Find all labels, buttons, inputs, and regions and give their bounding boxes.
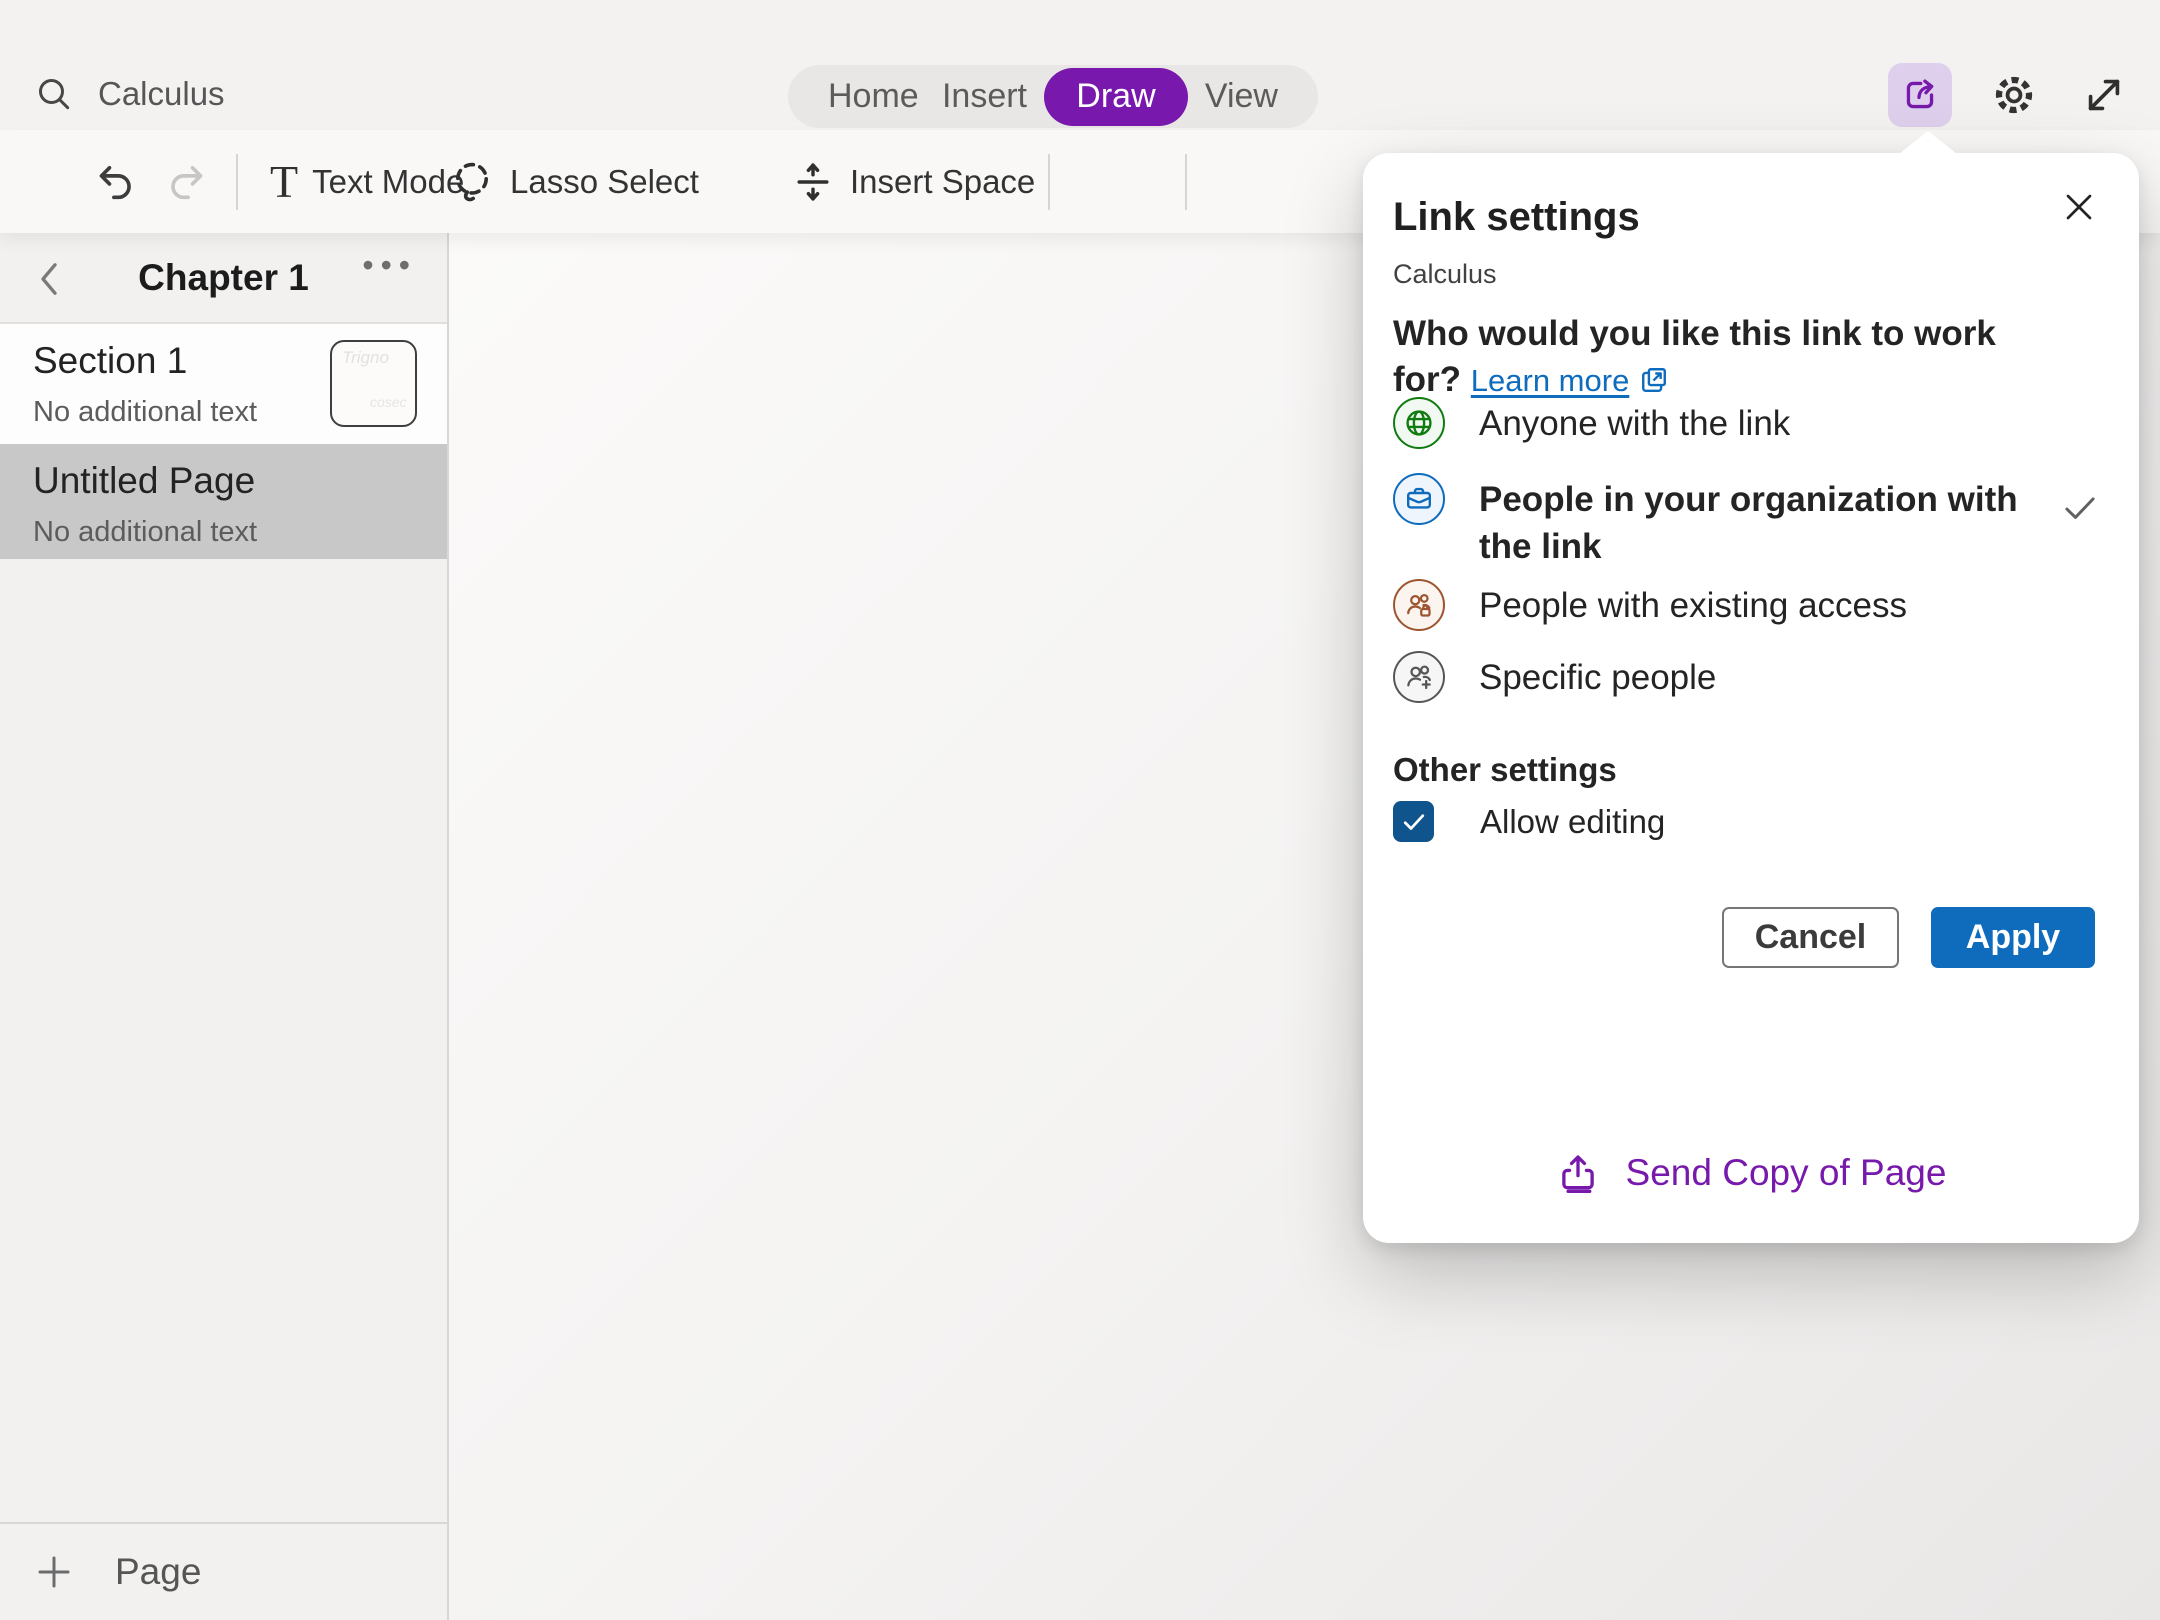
lasso-icon [448, 158, 496, 206]
send-copy-button[interactable]: Send Copy of Page [1363, 1151, 2139, 1195]
text-mode-icon: T [270, 159, 298, 205]
insert-space-icon [790, 159, 836, 205]
page-item-subtitle: No additional text [33, 516, 447, 549]
tab-view[interactable]: View [1199, 77, 1284, 116]
redo-icon [163, 159, 209, 205]
dialog-question: Who would you like this link to work for… [1393, 311, 2073, 404]
page-list-sidebar: Chapter 1 ••• Section 1 No additional te… [0, 233, 449, 1620]
section-title: Chapter 1 [138, 257, 309, 299]
thumbnail-ink-text: cosec [370, 394, 415, 410]
dialog-notebook-name: Calculus [1393, 259, 1497, 290]
gear-icon [1989, 70, 2039, 120]
undo-button[interactable] [93, 130, 139, 233]
expand-icon [2081, 72, 2127, 118]
option-anyone-with-link[interactable]: Anyone with the link [1393, 397, 2039, 449]
people-lock-icon [1393, 579, 1445, 631]
text-mode-button[interactable]: T Text Mode [270, 130, 464, 233]
onenote-app: Calculus Home Insert Draw View [0, 0, 2160, 1620]
thumbnail-ink-text: Trigno [342, 348, 415, 368]
send-copy-icon [1556, 1151, 1600, 1195]
title-bar: Calculus Home Insert Draw View [0, 0, 2160, 130]
ribbon-tabbar: Home Insert Draw View [788, 65, 1318, 128]
learn-more-link[interactable]: Learn more [1471, 363, 1630, 398]
sidebar-header: Chapter 1 ••• [0, 233, 447, 324]
option-people-in-org[interactable]: People in your organization with the lin… [1393, 473, 2039, 570]
notebook-title: Calculus [98, 75, 225, 113]
dialog-buttons: Cancel Apply [1722, 907, 2095, 968]
option-label: Anyone with the link [1479, 397, 2039, 449]
selected-check-icon [2059, 487, 2101, 529]
toolbar-divider [1048, 154, 1050, 210]
share-icon [1899, 74, 1941, 116]
option-label: People with existing access [1479, 579, 2039, 631]
lasso-select-label: Lasso Select [510, 163, 699, 201]
add-page-label: Page [115, 1551, 201, 1593]
link-settings-dialog: Link settings Calculus Who would you lik… [1363, 153, 2139, 1243]
allow-editing-row: Allow editing [1393, 801, 1665, 842]
close-button[interactable] [2053, 181, 2105, 233]
text-mode-label: Text Mode [312, 163, 464, 201]
checkmark-icon [1399, 807, 1429, 837]
redo-button[interactable] [163, 130, 209, 233]
lasso-select-button[interactable]: Lasso Select [448, 130, 699, 233]
plus-icon [33, 1551, 75, 1593]
other-settings-heading: Other settings [1393, 751, 1617, 789]
insert-space-button[interactable]: Insert Space [790, 130, 1035, 233]
dialog-title: Link settings [1393, 195, 1640, 240]
option-existing-access[interactable]: People with existing access [1393, 579, 2039, 631]
briefcase-icon [1393, 473, 1445, 525]
fullscreen-button[interactable] [2076, 67, 2132, 123]
globe-icon [1393, 397, 1445, 449]
page-list-item-selected[interactable]: Untitled Page No additional text [0, 444, 447, 559]
more-options-icon[interactable]: ••• [362, 247, 417, 284]
dialog-callout-arrow [1899, 131, 1957, 154]
tab-home[interactable]: Home [822, 77, 925, 116]
tab-draw[interactable]: Draw [1044, 68, 1187, 126]
add-page-button[interactable]: Page [0, 1522, 447, 1620]
allow-editing-checkbox[interactable] [1393, 801, 1434, 842]
undo-icon [93, 159, 139, 205]
notebook-search[interactable]: Calculus [34, 74, 225, 114]
person-add-icon [1393, 651, 1445, 703]
titlebar-actions [1888, 63, 2132, 127]
insert-space-label: Insert Space [850, 163, 1035, 201]
cancel-button[interactable]: Cancel [1722, 907, 1899, 968]
option-label: People in your organization with the lin… [1479, 473, 2039, 570]
send-copy-label: Send Copy of Page [1626, 1152, 1947, 1194]
share-button[interactable] [1888, 63, 1952, 127]
apply-button[interactable]: Apply [1931, 907, 2095, 968]
option-specific-people[interactable]: Specific people [1393, 651, 2039, 703]
search-icon [34, 74, 74, 114]
page-item-title: Untitled Page [33, 460, 447, 502]
toolbar-divider [236, 154, 238, 210]
allow-editing-label: Allow editing [1480, 803, 1665, 841]
back-button[interactable] [30, 257, 70, 301]
external-link-icon [1637, 363, 1671, 397]
tab-insert[interactable]: Insert [936, 77, 1033, 116]
option-label: Specific people [1479, 651, 2039, 703]
settings-button[interactable] [1986, 67, 2042, 123]
page-list-item[interactable]: Section 1 No additional text Trigno cose… [0, 324, 447, 444]
page-thumbnail: Trigno cosec [330, 340, 417, 427]
toolbar-divider [1185, 154, 1187, 210]
close-icon [2059, 187, 2099, 227]
